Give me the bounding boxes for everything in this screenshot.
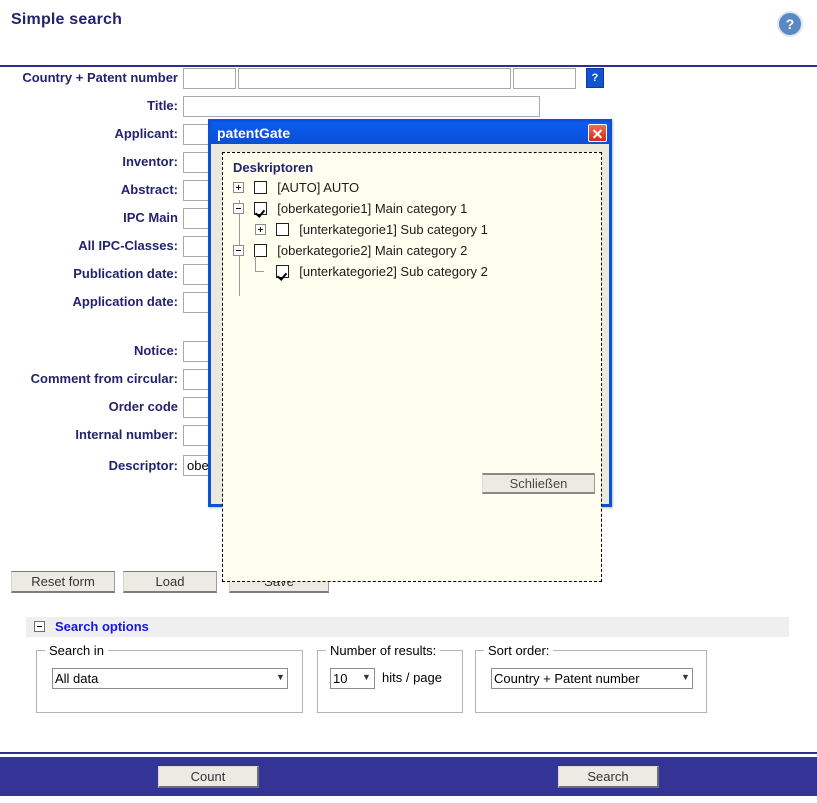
page-title: Simple search bbox=[11, 11, 123, 28]
dialog-titlebar[interactable]: patentGate bbox=[211, 122, 609, 144]
tree-node: [oberkategorie1] Main category 1 bbox=[231, 200, 593, 221]
field-label: All IPC-Classes: bbox=[78, 238, 178, 253]
node-label: [unterkategorie1] Sub category 1 bbox=[299, 222, 488, 238]
dialog-close-button[interactable]: Schließen bbox=[482, 473, 595, 494]
field-label: Inventor: bbox=[122, 154, 178, 169]
node-label: [oberkategorie2] Main category 2 bbox=[277, 243, 468, 259]
field-label: Application date: bbox=[72, 294, 178, 309]
reset-form-button[interactable]: Reset form bbox=[11, 571, 115, 593]
field-label: Publication date: bbox=[73, 266, 178, 281]
node-label: [unterkategorie2] Sub category 2 bbox=[299, 264, 488, 280]
node-label: [oberkategorie1] Main category 1 bbox=[277, 201, 468, 217]
search-in-fieldset: Search in All data ▼ bbox=[36, 643, 303, 713]
sort-order-select[interactable]: Country + Patent number bbox=[491, 668, 693, 689]
field-label: Comment from circular: bbox=[30, 371, 178, 386]
tree-branch-icon bbox=[255, 256, 266, 277]
dialog-title-text: patentGate bbox=[217, 125, 291, 141]
help-icon[interactable] bbox=[777, 11, 803, 37]
descriptor-tree: Deskriptoren [AUTO] AUTO [oberkategorie1… bbox=[222, 152, 602, 582]
tree-node: [oberkategorie2] Main category 2 bbox=[231, 242, 593, 263]
tree-node: [unterkategorie1] Sub category 1 bbox=[231, 221, 593, 242]
load-button[interactable]: Load bbox=[123, 571, 217, 593]
search-button[interactable]: Search bbox=[558, 766, 659, 788]
node-checkbox[interactable] bbox=[275, 265, 289, 279]
bottom-separator bbox=[0, 752, 817, 754]
results-per-page-select[interactable]: 10 bbox=[330, 668, 375, 689]
tree-node: [AUTO] AUTO bbox=[231, 179, 593, 200]
minus-box-icon[interactable] bbox=[34, 621, 45, 632]
node-label: [AUTO] AUTO bbox=[277, 180, 360, 196]
field-label: Abstract: bbox=[120, 182, 178, 197]
close-icon[interactable] bbox=[588, 124, 607, 142]
field-label: Notice: bbox=[133, 343, 178, 358]
collapse-minus-icon[interactable] bbox=[233, 245, 244, 257]
form-row-country-patent: Country + Patent number ? bbox=[0, 67, 817, 95]
kind-code-input[interactable] bbox=[513, 68, 576, 89]
dialog-footer: Schließen bbox=[211, 464, 609, 504]
bottom-action-bar: Count Search bbox=[0, 757, 817, 796]
field-label: Applicant: bbox=[114, 126, 178, 141]
search-options-label[interactable]: Search options bbox=[55, 619, 149, 634]
page-header: Simple search bbox=[0, 0, 817, 67]
collapse-minus-icon[interactable] bbox=[233, 203, 244, 215]
field-label: IPC Main bbox=[123, 210, 178, 225]
descriptor-dialog: patentGate Deskriptoren [AUTO] AUTO [obe… bbox=[208, 119, 612, 582]
patent-number-input[interactable] bbox=[238, 68, 511, 89]
field-label: Internal number: bbox=[75, 427, 178, 442]
sort-order-legend: Sort order: bbox=[484, 643, 554, 658]
tree-node: [unterkategorie2] Sub category 2 bbox=[231, 256, 593, 284]
title-input[interactable] bbox=[183, 96, 540, 117]
node-checkbox[interactable] bbox=[253, 202, 267, 216]
count-button[interactable]: Count bbox=[158, 766, 259, 788]
hits-per-page-label: hits / page bbox=[382, 670, 442, 685]
country-input[interactable] bbox=[183, 68, 236, 89]
sort-order-fieldset: Sort order: Country + Patent number ▼ bbox=[475, 643, 707, 713]
expand-plus-icon[interactable] bbox=[255, 224, 266, 236]
field-label: Country + Patent number bbox=[22, 70, 178, 85]
expand-plus-icon[interactable] bbox=[233, 182, 244, 194]
search-options-header[interactable]: Search options bbox=[26, 617, 789, 637]
search-in-select[interactable]: All data bbox=[52, 668, 288, 689]
tree-heading: Deskriptoren bbox=[233, 160, 314, 175]
node-checkbox[interactable] bbox=[253, 181, 267, 195]
search-in-legend: Search in bbox=[45, 643, 108, 658]
node-checkbox[interactable] bbox=[275, 223, 289, 237]
number-of-results-fieldset: Number of results: 10 ▼ hits / page bbox=[317, 643, 463, 713]
field-label: Order code bbox=[108, 399, 178, 414]
number-of-results-legend: Number of results: bbox=[326, 643, 441, 658]
field-label: Descriptor: bbox=[108, 458, 178, 473]
country-patent-help-button[interactable]: ? bbox=[586, 68, 604, 88]
field-label: Title: bbox=[147, 98, 178, 113]
